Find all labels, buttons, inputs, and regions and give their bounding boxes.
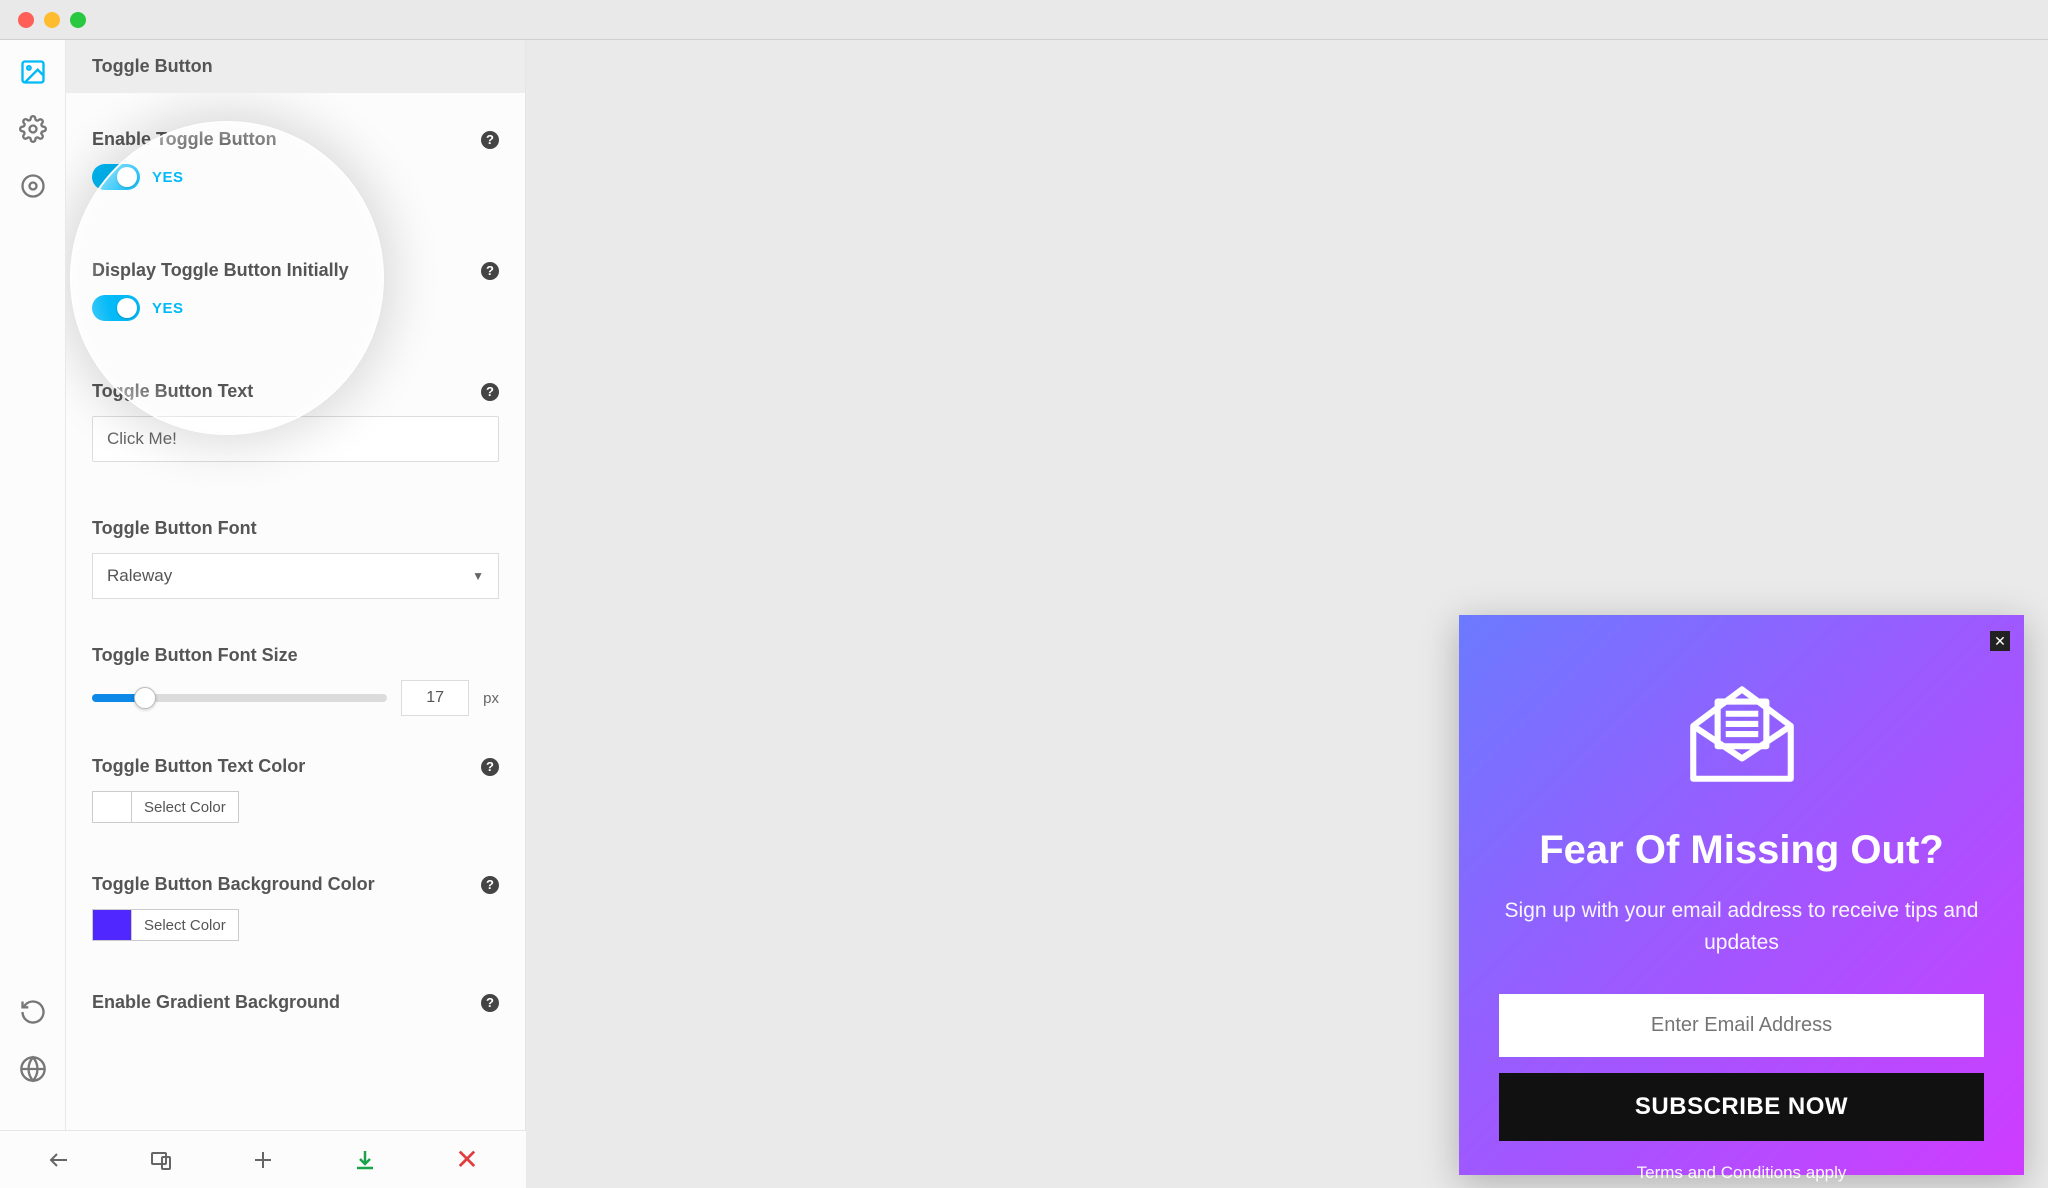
back-button[interactable]	[46, 1147, 72, 1173]
globe-button[interactable]	[19, 1055, 47, 1088]
responsive-button[interactable]	[148, 1147, 174, 1173]
help-icon[interactable]: ?	[481, 383, 499, 401]
popup-title: Fear Of Missing Out?	[1539, 828, 1943, 873]
bg-color-swatch[interactable]	[92, 909, 132, 941]
chevron-down-icon: ▼	[472, 569, 484, 583]
globe-icon	[19, 1055, 47, 1083]
side-rail	[0, 40, 66, 1188]
window-minimize-dot[interactable]	[44, 12, 60, 28]
panel-footer: ✕	[0, 1130, 526, 1188]
enable-toggle-label: Enable Toggle Button	[92, 129, 277, 150]
close-icon: ✕	[455, 1143, 478, 1176]
settings-tab[interactable]	[19, 115, 47, 148]
help-icon[interactable]: ?	[481, 262, 499, 280]
window-titlebar	[0, 0, 2048, 40]
enable-toggle-switch[interactable]	[92, 164, 140, 190]
bg-color-label: Toggle Button Background Color	[92, 874, 375, 895]
help-icon[interactable]: ?	[481, 758, 499, 776]
panel-header: Toggle Button	[66, 40, 525, 93]
plus-icon	[251, 1148, 275, 1172]
font-size-unit: px	[483, 690, 499, 707]
font-size-input[interactable]	[401, 680, 469, 716]
download-icon	[353, 1148, 377, 1172]
popup-subtitle: Sign up with your email address to recei…	[1499, 895, 1984, 958]
save-button[interactable]	[352, 1147, 378, 1173]
back-icon	[47, 1148, 71, 1172]
font-select-value: Raleway	[107, 566, 172, 586]
discard-button[interactable]: ✕	[454, 1147, 480, 1173]
window-close-dot[interactable]	[18, 12, 34, 28]
image-icon	[19, 58, 47, 86]
display-initially-value: YES	[152, 300, 184, 317]
text-color-swatch[interactable]	[92, 791, 132, 823]
display-initially-switch[interactable]	[92, 295, 140, 321]
target-icon	[19, 172, 47, 200]
font-size-label: Toggle Button Font Size	[92, 645, 298, 666]
text-color-button[interactable]: Select Color	[132, 791, 239, 823]
button-text-label: Toggle Button Text	[92, 381, 253, 402]
popup-email-input[interactable]	[1499, 994, 1984, 1057]
gear-icon	[19, 115, 47, 143]
text-color-label: Toggle Button Text Color	[92, 756, 305, 777]
settings-panel: Toggle Button Enable Toggle Button ? YES…	[66, 40, 526, 1188]
gradient-label: Enable Gradient Background	[92, 992, 340, 1013]
button-text-input[interactable]	[92, 416, 499, 462]
font-size-slider[interactable]	[92, 694, 387, 702]
bg-color-button[interactable]: Select Color	[132, 909, 239, 941]
design-tab[interactable]	[19, 58, 47, 91]
help-icon[interactable]: ?	[481, 131, 499, 149]
enable-toggle-value: YES	[152, 169, 184, 186]
popup-terms: Terms and Conditions apply	[1637, 1163, 1847, 1183]
mail-icon	[1677, 665, 1807, 800]
target-tab[interactable]	[19, 172, 47, 205]
close-icon: ✕	[1994, 633, 2006, 650]
popup-subscribe-button[interactable]: SUBSCRIBE NOW	[1499, 1073, 1984, 1141]
device-icon	[149, 1148, 173, 1172]
help-icon[interactable]: ?	[481, 994, 499, 1012]
font-label: Toggle Button Font	[92, 518, 257, 539]
display-initially-label: Display Toggle Button Initially	[92, 260, 349, 281]
history-button[interactable]	[19, 998, 47, 1031]
history-icon	[19, 998, 47, 1026]
canvas: ✕ Fear Of Missing Out? Sign up with your…	[526, 40, 2048, 1188]
window-zoom-dot[interactable]	[70, 12, 86, 28]
font-select[interactable]: Raleway ▼	[92, 553, 499, 599]
popup-close-button[interactable]: ✕	[1990, 631, 2010, 651]
popup-preview: ✕ Fear Of Missing Out? Sign up with your…	[1459, 615, 2024, 1175]
help-icon[interactable]: ?	[481, 876, 499, 894]
add-button[interactable]	[250, 1147, 276, 1173]
